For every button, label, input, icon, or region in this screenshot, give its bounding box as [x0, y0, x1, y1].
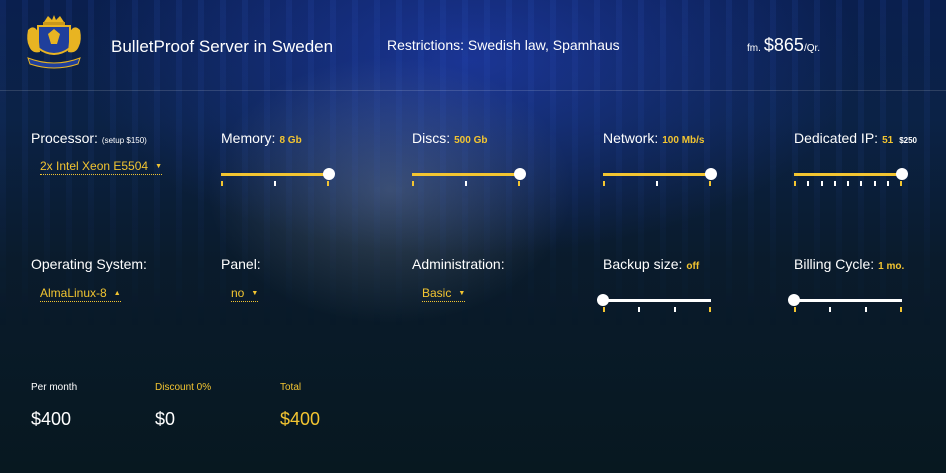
discs-label: Discs: [412, 130, 451, 146]
discount-value: $0 [155, 409, 176, 429]
panel-label: Panel: [221, 256, 261, 272]
total-value: $400 [280, 409, 321, 429]
network-field: Network: 100 Mb/s [603, 130, 704, 146]
panel-selected: no [231, 286, 245, 300]
administration-selected: Basic [422, 286, 452, 300]
administration-label: Administration: [412, 256, 505, 272]
network-label: Network: [603, 130, 659, 146]
slider-tick [874, 181, 876, 186]
slider-tick [603, 307, 605, 312]
slider-tick [865, 307, 867, 312]
per-month-value: $400 [31, 409, 72, 429]
slider-tick [709, 307, 711, 312]
slider-tick [834, 181, 836, 186]
restrictions-text: Restrictions: Swedish law, Spamhaus [387, 37, 620, 53]
slider-tick [847, 181, 849, 186]
slider-handle[interactable] [788, 294, 800, 306]
backup-field: Backup size: off [603, 256, 699, 272]
os-label: Operating System: [31, 256, 147, 272]
caret-down-icon: ▼ [155, 163, 163, 170]
slider-fill [221, 173, 329, 176]
slider-tick [638, 307, 640, 312]
billing-label: Billing Cycle: [794, 256, 875, 272]
slider-handle[interactable] [896, 168, 908, 180]
slider-tick [887, 181, 889, 186]
page-title: BulletProof Server in Sweden [111, 37, 334, 56]
memory-field: Memory: 8 Gb [221, 130, 302, 146]
dedicated-ip-field: Dedicated IP: 51 $250 [794, 130, 917, 146]
slider-track [603, 299, 711, 302]
billing-value: 1 mo. [878, 261, 905, 272]
caret-up-icon: ▲ [113, 290, 121, 297]
slider-tick [221, 181, 223, 186]
network-value: 100 Mb/s [662, 135, 705, 146]
discount-label: Discount 0% [155, 382, 212, 393]
slider-tick [327, 181, 329, 186]
slider-tick [709, 181, 711, 186]
slider-tick [274, 181, 276, 186]
slider-tick [829, 307, 831, 312]
processor-field: Processor: (setup $150) [31, 130, 147, 146]
panel-dropdown[interactable]: no ▼ [231, 286, 259, 302]
backup-value: off [686, 261, 700, 272]
slider-tick [860, 181, 862, 186]
price-period: /Qr. [803, 43, 821, 54]
slider-tick [900, 307, 902, 312]
slider-tick [656, 181, 658, 186]
caret-down-icon: ▼ [251, 290, 259, 297]
price-display: fm. $865/Qr. [747, 35, 820, 56]
slider-track [794, 299, 902, 302]
processor-dropdown[interactable]: 2x Intel Xeon E5504 ▼ [40, 159, 163, 175]
slider-handle[interactable] [323, 168, 335, 180]
slider-tick [794, 181, 796, 186]
memory-value: 8 Gb [279, 135, 302, 146]
billing-slider[interactable] [788, 294, 904, 316]
slider-tick [465, 181, 467, 186]
billing-field: Billing Cycle: 1 mo. [794, 256, 904, 272]
slider-handle[interactable] [705, 168, 717, 180]
memory-label: Memory: [221, 130, 276, 146]
backup-label: Backup size: [603, 256, 683, 272]
slider-tick [518, 181, 520, 186]
discs-value: 500 Gb [454, 135, 488, 146]
discs-field: Discs: 500 Gb [412, 130, 487, 146]
processor-selected: 2x Intel Xeon E5504 [40, 159, 149, 173]
slider-fill [794, 173, 902, 176]
coat-of-arms-icon [27, 15, 81, 69]
panel-field: Panel: [221, 256, 261, 272]
price-prefix: fm. [747, 43, 761, 54]
backup-slider[interactable] [597, 294, 713, 316]
dedicated-ip-slider[interactable] [794, 168, 908, 190]
network-slider[interactable] [603, 168, 717, 190]
header: BulletProof Server in Sweden Restriction… [0, 0, 946, 91]
slider-tick [412, 181, 414, 186]
administration-field: Administration: [412, 256, 505, 272]
price-amount: $865 [763, 35, 804, 55]
slider-tick [807, 181, 809, 186]
slider-tick [794, 307, 796, 312]
slider-fill [412, 173, 520, 176]
slider-tick [900, 181, 902, 186]
slider-tick [821, 181, 823, 186]
caret-down-icon: ▼ [458, 290, 466, 297]
slider-handle[interactable] [514, 168, 526, 180]
total-label: Total [280, 382, 302, 393]
per-month-label: Per month [31, 382, 78, 393]
dedicated-ip-value: 51 [882, 135, 894, 146]
slider-tick [603, 181, 605, 186]
processor-setup-note: (setup $150) [101, 136, 147, 145]
memory-slider[interactable] [221, 168, 335, 190]
processor-label: Processor: [31, 130, 98, 146]
os-dropdown[interactable]: AlmaLinux-8 ▲ [40, 286, 121, 302]
slider-handle[interactable] [597, 294, 609, 306]
dedicated-ip-label: Dedicated IP: [794, 130, 879, 146]
os-field: Operating System: [31, 256, 147, 272]
slider-tick [674, 307, 676, 312]
administration-dropdown[interactable]: Basic ▼ [422, 286, 466, 302]
os-selected: AlmaLinux-8 [40, 286, 107, 300]
dedicated-ip-price: $250 [899, 136, 917, 145]
discs-slider[interactable] [412, 168, 526, 190]
slider-fill [603, 173, 711, 176]
